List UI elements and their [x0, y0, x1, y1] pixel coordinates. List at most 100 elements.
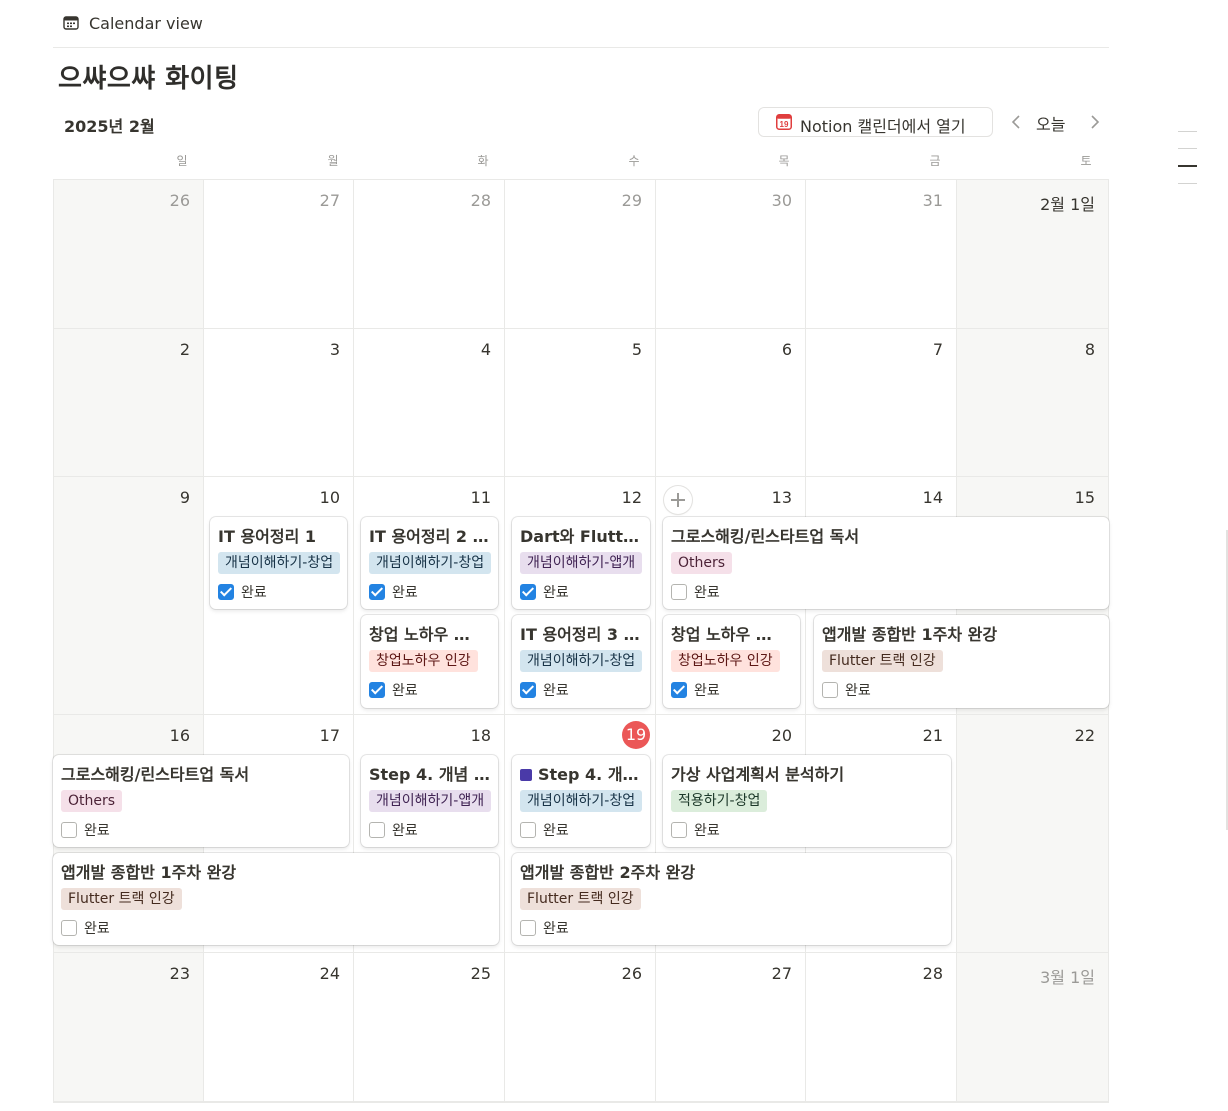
event-tag: 개념이해하기-창업: [520, 790, 643, 812]
day-number: 30: [771, 191, 792, 210]
event-card[interactable]: IT 용어정리 3 (… 개념이해하기-창업 완료: [512, 615, 650, 708]
weekday-header: 목: [778, 154, 790, 168]
weekday-header: 월: [327, 154, 339, 168]
event-title: Dart와 Flutter…: [520, 527, 644, 546]
day-number: 2월 1일: [1040, 195, 1095, 214]
checkbox-checked[interactable]: [520, 682, 536, 698]
day-number: 6: [781, 340, 792, 359]
checkbox-unchecked[interactable]: [671, 584, 687, 600]
checkbox-unchecked[interactable]: [520, 920, 536, 936]
event-card[interactable]: IT 용어정리 1 개념이해하기-창업 완료: [210, 517, 347, 609]
day-cell[interactable]: 26: [505, 953, 656, 1102]
event-card[interactable]: IT 용어정리 2 (… 개념이해하기-창업 완료: [361, 517, 498, 609]
day-cell[interactable]: 22: [957, 715, 1109, 953]
day-number: 5: [631, 340, 642, 359]
event-card[interactable]: 그로스해킹/린스타트업 독서 Others 완료: [53, 755, 349, 847]
day-cell[interactable]: 25: [354, 953, 505, 1102]
day-number: 24: [319, 964, 340, 983]
day-cell[interactable]: 30: [656, 180, 806, 329]
day-cell[interactable]: 28: [354, 180, 505, 329]
checkbox-checked[interactable]: [369, 584, 385, 600]
event-card[interactable]: 앱개발 종합반 1주차 완강 Flutter 트랙 인강 완료: [53, 853, 499, 945]
checkbox-checked[interactable]: [520, 584, 536, 600]
today-button[interactable]: 오늘: [1036, 111, 1065, 135]
day-cell[interactable]: 2월 1일: [957, 180, 1109, 329]
day-cell[interactable]: 29: [505, 180, 656, 329]
event-tag: 적용하기-창업: [671, 790, 768, 812]
outline-mark-active[interactable]: [1178, 165, 1197, 167]
day-cell[interactable]: 8: [957, 329, 1109, 477]
event-title: 그로스해킹/린스타트업 독서: [671, 527, 860, 546]
day-cell[interactable]: 3: [204, 329, 354, 477]
day-cell[interactable]: 3월 1일: [957, 953, 1109, 1102]
add-event-plus-icon[interactable]: [664, 486, 692, 514]
day-cell[interactable]: 26: [53, 180, 204, 329]
checkbox-unchecked[interactable]: [520, 822, 536, 838]
view-tab-calendar[interactable]: Calendar view: [89, 14, 203, 33]
event-title: 앱개발 종합반 1주차 완강: [61, 863, 237, 882]
event-card[interactable]: 그로스해킹/린스타트업 독서 Others 완료: [663, 517, 1109, 609]
checkbox-label: 완료: [543, 585, 569, 601]
checkbox-label: 완료: [845, 683, 871, 699]
event-title: 창업 노하우 …: [369, 625, 470, 644]
movie-clapper-icon: [520, 769, 532, 781]
checkbox-unchecked[interactable]: [671, 822, 687, 838]
day-number: 18: [470, 726, 491, 745]
event-card[interactable]: 앱개발 종합반 1주차 완강 Flutter 트랙 인강 완료: [814, 615, 1109, 708]
day-cell[interactable]: 2: [53, 329, 204, 477]
checkbox-checked[interactable]: [671, 682, 687, 698]
event-card[interactable]: Step 4. 개… 개념이해하기-창업 완료: [512, 755, 650, 847]
day-number: 15: [1074, 488, 1095, 507]
day-number: 13: [771, 488, 792, 507]
day-cell[interactable]: 24: [204, 953, 354, 1102]
view-header: Calendar view: [53, 0, 1109, 48]
event-card[interactable]: 창업 노하우 … 창업노하우 인강 완료: [361, 615, 498, 708]
outline-mark[interactable]: [1178, 148, 1197, 149]
chevron-right-icon[interactable]: [1087, 113, 1103, 131]
event-card[interactable]: 앱개발 종합반 2주차 완강 Flutter 트랙 인강 완료: [512, 853, 951, 945]
checkbox-checked[interactable]: [218, 584, 234, 600]
event-card[interactable]: 가상 사업계획서 분석하기 적용하기-창업 완료: [663, 755, 951, 847]
checkbox-unchecked[interactable]: [61, 920, 77, 936]
checkbox-label: 완료: [84, 823, 110, 839]
day-cell[interactable]: 27: [204, 180, 354, 329]
checkbox-label: 완료: [694, 683, 720, 699]
checkbox-unchecked[interactable]: [61, 822, 77, 838]
checkbox-label: 완료: [694, 823, 720, 839]
calendar-grid: 26 27 28 29 30 31 2월 1일 2 3 4 5 6 7 8 9 10 11 12 13 14 15 16 1…: [53, 179, 1109, 1103]
chevron-left-icon[interactable]: [1008, 113, 1024, 131]
event-card[interactable]: Dart와 Flutter… 개념이해하기-앱개 완료: [512, 517, 650, 609]
open-in-notion-calendar-button[interactable]: 19 Notion 캘린더에서 열기: [758, 107, 993, 137]
event-card[interactable]: 창업 노하우 … 창업노하우 인강 완료: [663, 615, 800, 708]
checkbox-label: 완료: [543, 921, 569, 937]
checkbox-checked[interactable]: [369, 682, 385, 698]
day-cell[interactable]: 7: [806, 329, 957, 477]
day-cell[interactable]: 4: [354, 329, 505, 477]
event-card[interactable]: Step 4. 개념 … 개념이해하기-앱개 완료: [361, 755, 498, 847]
checkbox-unchecked[interactable]: [822, 682, 838, 698]
weekday-header: 일: [176, 154, 188, 168]
day-cell[interactable]: 28: [806, 953, 957, 1102]
checkbox-label: 완료: [392, 823, 418, 839]
day-number: 10: [319, 488, 340, 507]
event-tag: 개념이해하기-앱개: [369, 790, 492, 812]
event-title: 앱개발 종합반 2주차 완강: [520, 863, 696, 882]
calendar-view-icon: [63, 16, 79, 30]
checkbox-unchecked[interactable]: [369, 822, 385, 838]
day-number: 22: [1074, 726, 1095, 745]
outline-mark[interactable]: [1178, 183, 1197, 184]
day-number: 28: [922, 964, 943, 983]
day-cell[interactable]: 5: [505, 329, 656, 477]
day-cell[interactable]: 9: [53, 477, 204, 715]
day-cell[interactable]: 6: [656, 329, 806, 477]
event-tag: 창업노하우 인강: [369, 650, 478, 672]
weekday-header: 화: [477, 154, 489, 168]
day-cell[interactable]: 31: [806, 180, 957, 329]
outline-mark[interactable]: [1178, 131, 1197, 132]
day-number: 28: [470, 191, 491, 210]
month-label: 2025년 2월: [64, 117, 155, 136]
day-number: 26: [169, 191, 190, 210]
day-cell[interactable]: 27: [656, 953, 806, 1102]
event-title: 그로스해킹/린스타트업 독서: [61, 765, 250, 784]
day-cell[interactable]: 23: [53, 953, 204, 1102]
